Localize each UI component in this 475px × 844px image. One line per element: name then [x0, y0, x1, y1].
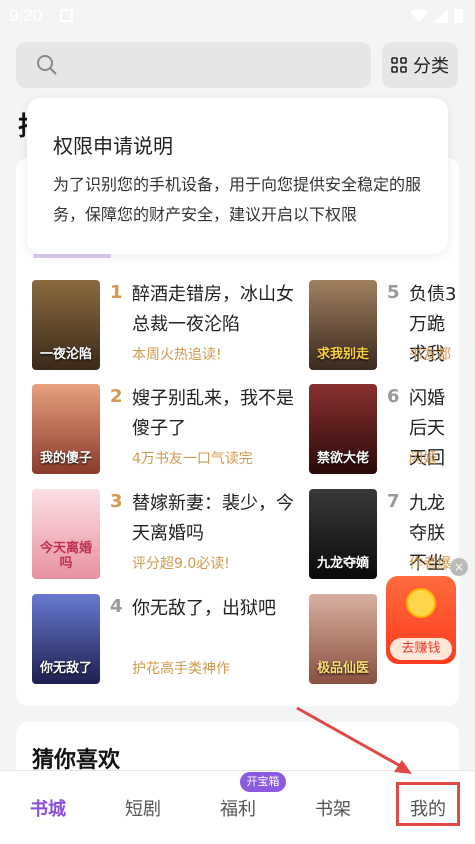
rank-number: 4	[110, 596, 123, 617]
book-cover: 今天离婚吗	[32, 489, 100, 579]
highlight-box	[396, 782, 460, 826]
book-cover: 禁欲大佬	[309, 384, 377, 474]
earn-money-button[interactable]: 去赚钱	[390, 638, 452, 660]
book-cover: 一夜沦陷	[32, 280, 100, 370]
book-tagline: 闪婚	[409, 451, 437, 467]
close-icon[interactable]: ×	[450, 558, 468, 576]
book-cover: 你无敌了	[32, 594, 100, 684]
rank-number: 5	[387, 282, 400, 303]
signal-icon	[434, 8, 448, 23]
rank-number: 2	[110, 386, 123, 407]
book-cover: 求我别走	[309, 280, 377, 370]
dialog-title: 权限申请说明	[53, 134, 173, 158]
nav-item-bookshelf[interactable]: 书架	[315, 795, 351, 821]
book-item[interactable]: 今天离婚吗 3 替嫁新妻：裴少，今天离婚吗 评分超9.0必读!	[32, 489, 302, 581]
dialog-body: 为了识别您的手机设备，用于向您提供安全稳定的服务，保障您的财产安全，建议开启以下…	[53, 175, 422, 224]
book-tagline: 评分超9.0必读!	[132, 556, 230, 572]
book-tagline: 护花高手类神作	[132, 661, 230, 677]
book-item[interactable]: 一夜沦陷 1 醉酒走错房，冰山女总裁一夜沦陷 本周火热追读!	[32, 280, 302, 372]
search-input[interactable]	[16, 42, 371, 88]
book-title: 替嫁新妻：裴少，今天离婚吗	[132, 493, 294, 544]
book-tagline: 本周火热追读!	[132, 347, 222, 363]
nav-item-short-drama[interactable]: 短剧	[125, 795, 161, 821]
status-bar: 9:20	[0, 0, 475, 32]
book-title: 你无敌了，出狱吧	[132, 598, 276, 619]
grid-icon	[391, 57, 407, 73]
nav-item-bookstore[interactable]: 书城	[30, 795, 66, 821]
book-item[interactable]: 禁欲大佬 6 闪婚后天天回 闪婚	[309, 384, 459, 476]
rank-number: 6	[387, 386, 400, 407]
search-icon	[37, 55, 57, 75]
book-tagline: 4万书友一口气读完	[132, 451, 253, 467]
status-time: 9:20	[9, 6, 43, 25]
wifi-icon	[410, 8, 428, 22]
treasure-badge: 开宝箱	[240, 772, 286, 792]
nav-item-welfare[interactable]: 福利	[220, 795, 256, 821]
book-item[interactable]: 求我别走 5 负债3万跪求我 书友都	[309, 280, 459, 372]
book-title: 醉酒走错房，冰山女总裁一夜沦陷	[132, 284, 294, 335]
battery-icon	[454, 9, 463, 23]
category-label: 分类	[413, 56, 449, 77]
app-screen: 9:20 分类 排 一夜沦陷 1 醉酒走错房，冰山女总裁一夜沦陷	[0, 0, 475, 844]
book-tagline: 书友都	[409, 347, 451, 363]
notification-icon	[60, 9, 73, 22]
rank-number: 1	[110, 282, 123, 303]
book-item[interactable]: 你无敌了 4 你无敌了，出狱吧 护花高手类神作	[32, 594, 302, 686]
reward-widget[interactable]: 去赚钱 ×	[384, 558, 468, 666]
book-item[interactable]: 我的傻子 2 嫂子别乱来，我不是傻子了 4万书友一口气读完	[32, 384, 302, 476]
tab-indicator	[33, 254, 111, 258]
book-item[interactable]: 九龙夺嫡 7 九龙夺朕不坐 作者爆	[309, 489, 459, 581]
book-cover: 九龙夺嫡	[309, 489, 377, 579]
rank-number: 3	[110, 491, 123, 512]
category-button[interactable]: 分类	[382, 42, 458, 88]
rank-number: 7	[387, 491, 400, 512]
status-icons	[410, 8, 463, 23]
permission-dialog: 权限申请说明 为了识别您的手机设备，用于向您提供安全稳定的服务，保障您的财产安全…	[27, 98, 448, 254]
book-cover: 我的傻子	[32, 384, 100, 474]
book-title: 嫂子别乱来，我不是傻子了	[132, 388, 294, 439]
book-cover: 极品仙医	[309, 594, 377, 684]
coin-icon	[406, 588, 436, 618]
